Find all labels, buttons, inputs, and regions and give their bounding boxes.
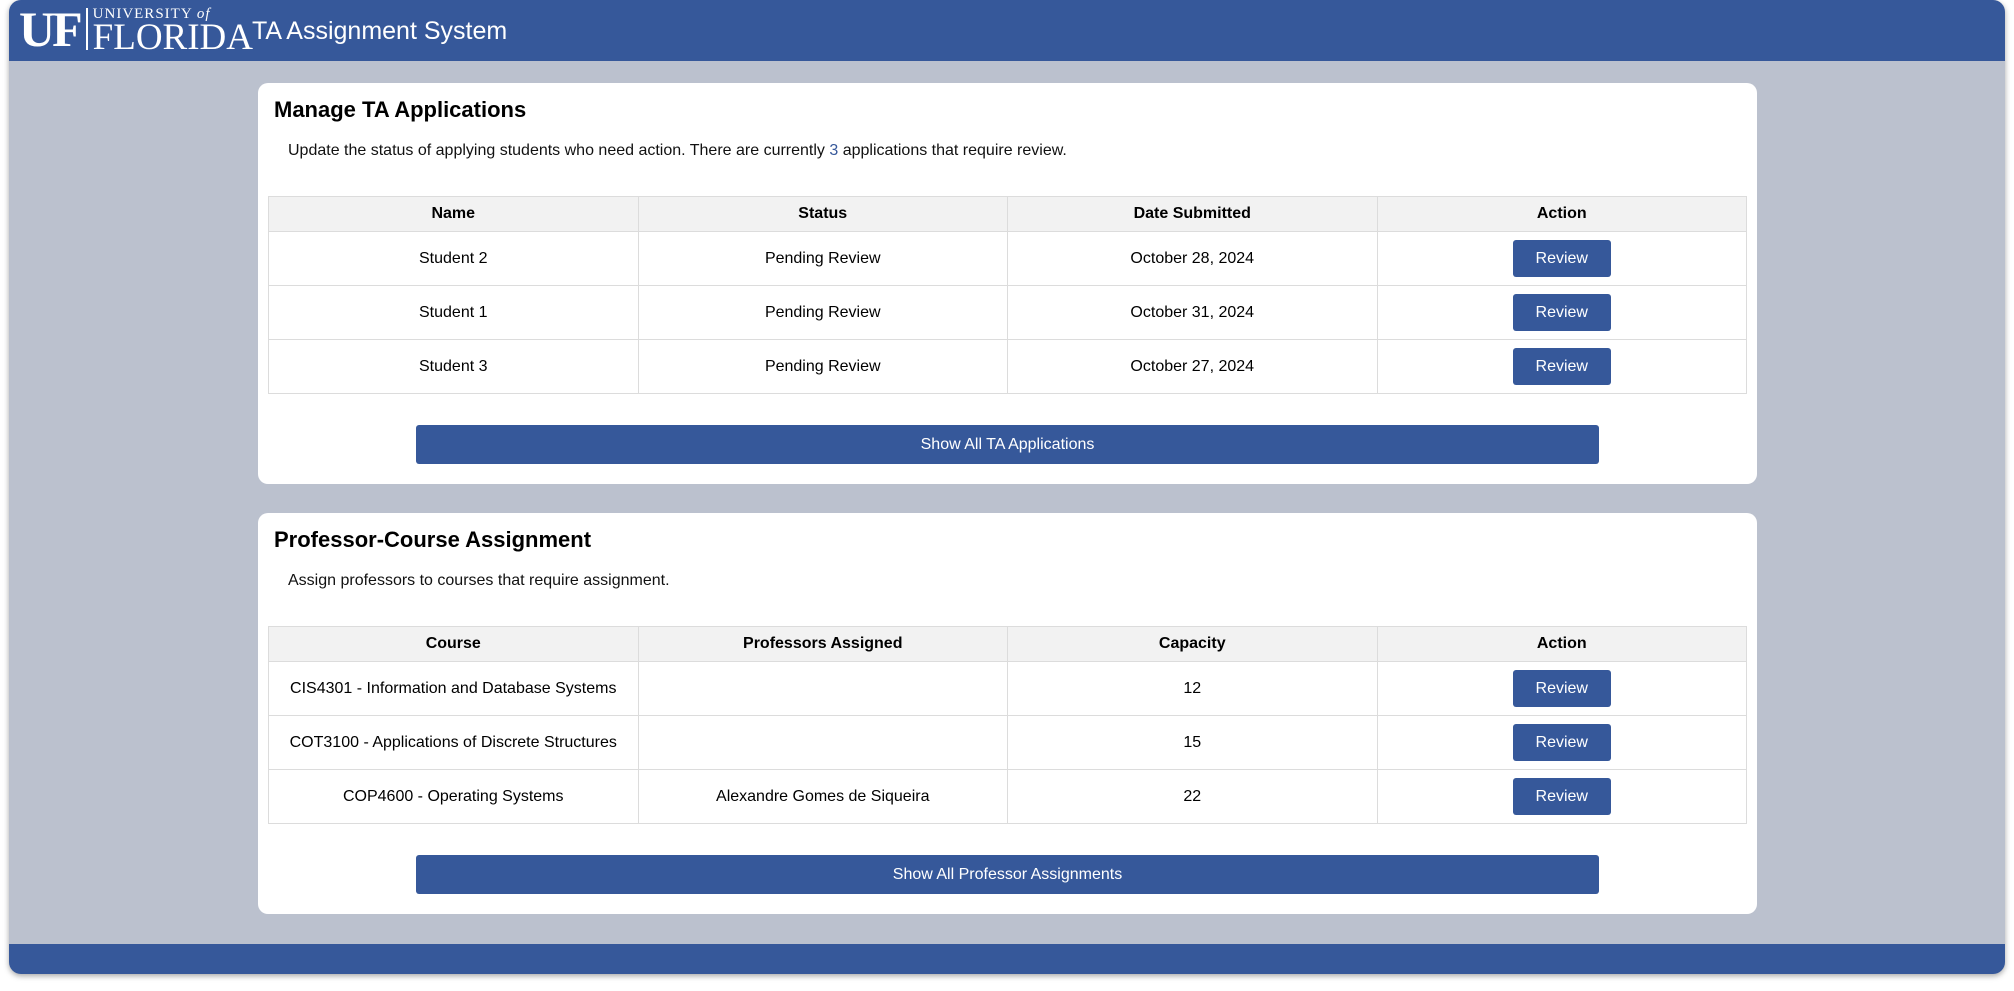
column-header-status: Status <box>637 196 1008 232</box>
course-cell: COP4600 - Operating Systems <box>268 769 639 824</box>
action-cell: Review <box>1376 231 1747 286</box>
review-button[interactable]: Review <box>1512 240 1611 277</box>
logo-uf-text: UF <box>19 1 83 57</box>
column-header-capacity: Capacity <box>1007 626 1378 662</box>
action-cell: Review <box>1376 661 1747 716</box>
uf-logo[interactable]: UF UNIVERSITY of FLORIDA <box>19 1 253 58</box>
professors-assigned-cell <box>637 661 1008 716</box>
table-row: Student 1 Pending Review October 31, 202… <box>268 285 1747 340</box>
app-title: TA Assignment System <box>252 17 508 45</box>
applications-description-text: Update the status of applying students w… <box>288 142 830 159</box>
course-cell: COT3100 - Applications of Discrete Struc… <box>268 715 639 770</box>
capacity-cell: 15 <box>1007 715 1378 770</box>
review-button[interactable]: Review <box>1512 294 1611 331</box>
applications-count: 3 <box>829 142 839 159</box>
applications-description: Update the status of applying students w… <box>288 142 1067 160</box>
student-name-cell: Student 3 <box>268 339 639 394</box>
column-header-date-submitted: Date Submitted <box>1007 196 1378 232</box>
action-cell: Review <box>1376 715 1747 770</box>
show-all-ta-applications-button[interactable]: Show All TA Applications <box>416 425 1599 464</box>
status-cell: Pending Review <box>637 339 1008 394</box>
review-button[interactable]: Review <box>1512 348 1611 385</box>
column-header-action: Action <box>1376 626 1747 662</box>
assignments-table: Course Professors Assigned Capacity Acti… <box>268 626 1747 824</box>
applications-description-tail: applications that require review. <box>838 142 1067 159</box>
table-header-row: Name Status Date Submitted Action <box>268 196 1747 232</box>
applications-heading: Manage TA Applications <box>274 97 527 122</box>
top-navigation-bar: UF UNIVERSITY of FLORIDA TA Assignment S… <box>9 0 2005 61</box>
applications-table: Name Status Date Submitted Action Studen… <box>268 196 1747 394</box>
review-button[interactable]: Review <box>1512 670 1611 707</box>
date-submitted-cell: October 31, 2024 <box>1007 285 1378 340</box>
action-cell: Review <box>1376 285 1747 340</box>
manage-ta-applications-card: Manage TA Applications Update the status… <box>258 83 1757 484</box>
student-name-cell: Student 2 <box>268 231 639 286</box>
footer-bar <box>9 944 2005 974</box>
logo-divider <box>85 8 88 50</box>
status-cell: Pending Review <box>637 231 1008 286</box>
table-row: COT3100 - Applications of Discrete Struc… <box>268 715 1747 770</box>
professor-course-assignment-card: Professor-Course Assignment Assign profe… <box>258 513 1757 914</box>
app-window: UF UNIVERSITY of FLORIDA TA Assignment S… <box>9 0 2005 974</box>
logo-wordmark: UNIVERSITY of FLORIDA <box>92 7 253 58</box>
professors-assigned-cell <box>637 715 1008 770</box>
table-header-row: Course Professors Assigned Capacity Acti… <box>268 626 1747 662</box>
table-row: Student 2 Pending Review October 28, 202… <box>268 231 1747 286</box>
capacity-cell: 22 <box>1007 769 1378 824</box>
column-header-professors-assigned: Professors Assigned <box>637 626 1008 662</box>
status-cell: Pending Review <box>637 285 1008 340</box>
assignments-heading: Professor-Course Assignment <box>274 527 592 552</box>
column-header-course: Course <box>268 626 639 662</box>
student-name-cell: Student 1 <box>268 285 639 340</box>
column-header-name: Name <box>268 196 639 232</box>
capacity-cell: 12 <box>1007 661 1378 716</box>
action-cell: Review <box>1376 339 1747 394</box>
professors-assigned-cell: Alexandre Gomes de Siqueira <box>637 769 1008 824</box>
table-row: Student 3 Pending Review October 27, 202… <box>268 339 1747 394</box>
course-cell: CIS4301 - Information and Database Syste… <box>268 661 639 716</box>
table-row: CIS4301 - Information and Database Syste… <box>268 661 1747 716</box>
show-all-professor-assignments-button[interactable]: Show All Professor Assignments <box>416 855 1599 894</box>
logo-florida-text: FLORIDA <box>92 17 253 58</box>
date-submitted-cell: October 28, 2024 <box>1007 231 1378 286</box>
assignments-description: Assign professors to courses that requir… <box>288 572 670 589</box>
table-row: COP4600 - Operating Systems Alexandre Go… <box>268 769 1747 824</box>
review-button[interactable]: Review <box>1512 778 1611 815</box>
column-header-action: Action <box>1376 196 1747 232</box>
date-submitted-cell: October 27, 2024 <box>1007 339 1378 394</box>
action-cell: Review <box>1376 769 1747 824</box>
review-button[interactable]: Review <box>1512 724 1611 761</box>
